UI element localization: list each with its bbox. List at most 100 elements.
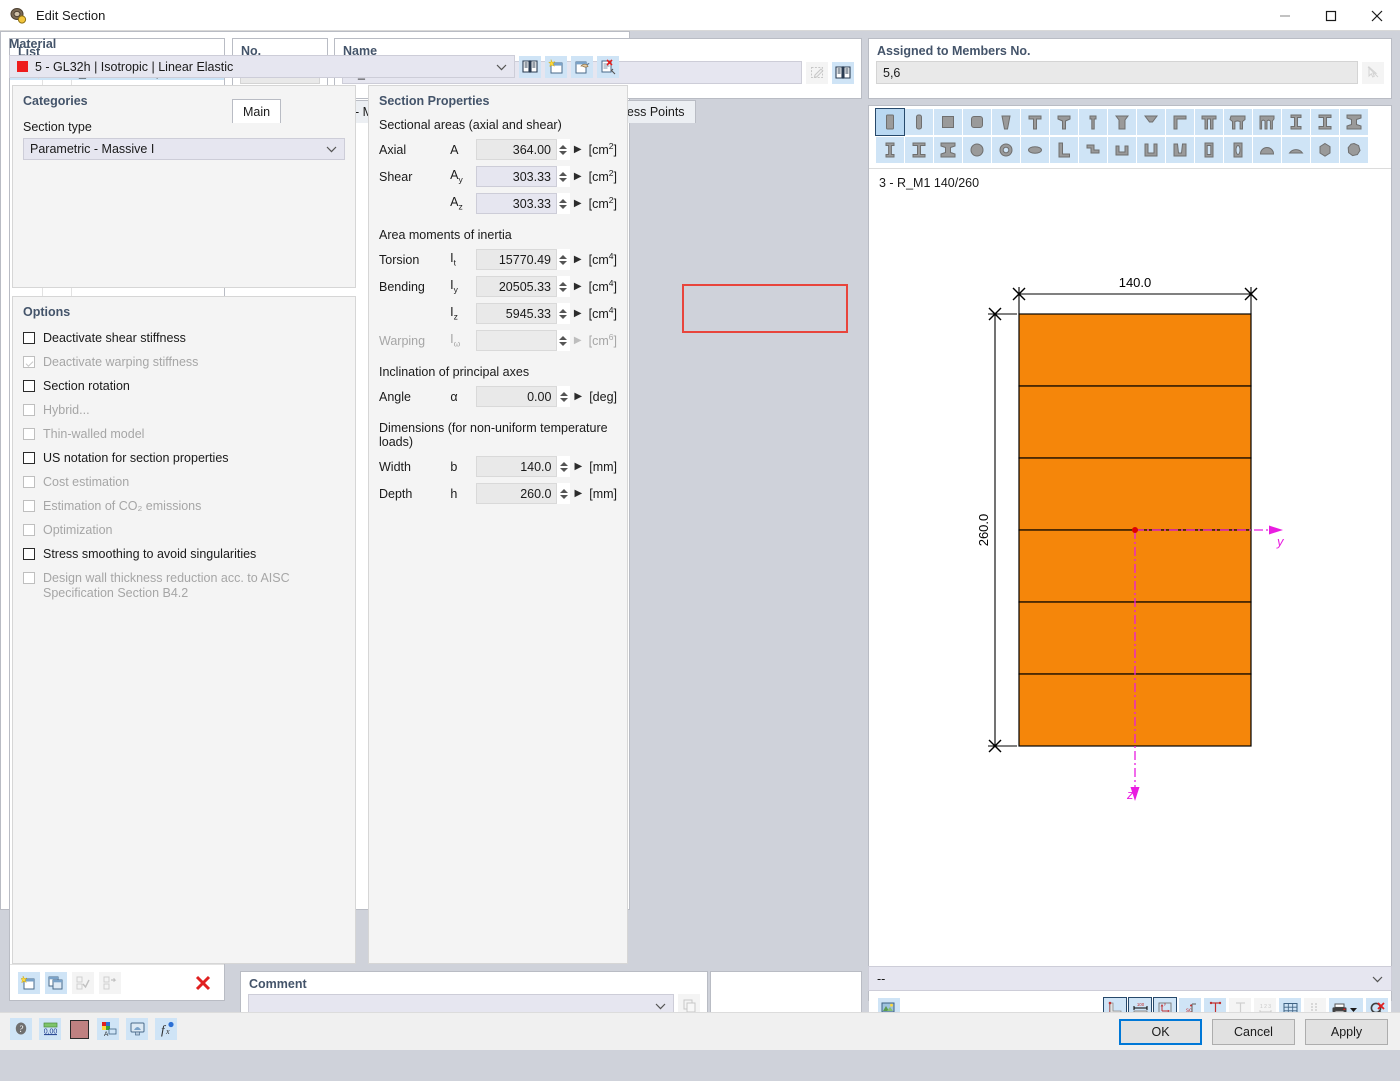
comment-label: Comment bbox=[249, 977, 307, 991]
maximize-icon[interactable] bbox=[1308, 0, 1354, 31]
shape-button-polygon[interactable] bbox=[1340, 137, 1368, 163]
shape-button-tee-stem[interactable] bbox=[1050, 109, 1078, 135]
spinner-icon[interactable] bbox=[556, 249, 570, 270]
shape-button-oval-box[interactable] bbox=[1224, 137, 1252, 163]
shape-button-u-taper[interactable] bbox=[1166, 137, 1194, 163]
delete-material-icon[interactable] bbox=[597, 55, 619, 78]
shape-button-ring[interactable] bbox=[992, 137, 1020, 163]
formula-icon[interactable]: fx bbox=[155, 1018, 177, 1040]
help-icon[interactable]: ? bbox=[10, 1018, 32, 1040]
spinner-icon[interactable] bbox=[557, 386, 571, 407]
new-material-icon[interactable] bbox=[545, 55, 567, 78]
spinner-icon[interactable] bbox=[556, 193, 570, 214]
expand-arrow-icon[interactable]: ▶ bbox=[570, 308, 586, 319]
shape-button-i-narrow[interactable] bbox=[876, 137, 904, 163]
shape-button-square[interactable] bbox=[934, 109, 962, 135]
expand-arrow-icon[interactable]: ▶ bbox=[570, 391, 586, 402]
shape-button-angle-tee[interactable] bbox=[1166, 109, 1194, 135]
shape-button-u-channel[interactable] bbox=[1108, 137, 1136, 163]
spinner-icon[interactable] bbox=[557, 456, 571, 477]
shape-button-i-beam-wide[interactable] bbox=[1340, 109, 1368, 135]
expand-arrow-icon[interactable]: ▶ bbox=[570, 461, 586, 472]
option-checkbox-row[interactable]: Deactivate shear stiffness bbox=[23, 331, 345, 346]
shape-button-u-wide[interactable] bbox=[1137, 137, 1165, 163]
property-value-input[interactable]: 260.0 bbox=[476, 483, 558, 504]
material-select[interactable]: 5 - GL32h | Isotropic | Linear Elastic bbox=[9, 55, 515, 78]
ok-button[interactable]: OK bbox=[1119, 1019, 1202, 1045]
shape-button-inv-tee[interactable] bbox=[1108, 109, 1136, 135]
shape-button-rect-narrow[interactable] bbox=[905, 109, 933, 135]
expand-arrow-icon[interactable]: ▶ bbox=[570, 281, 586, 292]
spinner-icon[interactable] bbox=[556, 276, 570, 297]
shape-button-box[interactable] bbox=[1195, 137, 1223, 163]
shape-button-ellipse[interactable] bbox=[1021, 137, 1049, 163]
checkbox-icon[interactable] bbox=[23, 380, 35, 392]
option-label: Deactivate warping stiffness bbox=[43, 355, 199, 369]
spinner-icon[interactable] bbox=[556, 166, 570, 187]
shape-button-hexagon[interactable] bbox=[1311, 137, 1339, 163]
close-icon[interactable] bbox=[1354, 0, 1400, 31]
minimize-icon[interactable] bbox=[1262, 0, 1308, 31]
option-checkbox-row: Hybrid... bbox=[23, 403, 345, 418]
shape-button-taper[interactable] bbox=[992, 109, 1020, 135]
assigned-input[interactable]: 5,6 bbox=[876, 61, 1358, 84]
property-value-input[interactable]: 364.00 bbox=[475, 139, 557, 160]
delete-section-icon[interactable] bbox=[192, 972, 214, 994]
tab-main[interactable]: Main bbox=[232, 99, 282, 123]
property-value-input[interactable]: 303.33 bbox=[475, 193, 557, 214]
shape-button-square-round[interactable] bbox=[963, 109, 991, 135]
option-checkbox-row[interactable]: Section rotation bbox=[23, 379, 345, 394]
display-icon[interactable] bbox=[126, 1018, 148, 1040]
shape-button-tee-small[interactable] bbox=[1079, 109, 1107, 135]
section-drawing-area[interactable]: 3 - R_M1 140/260 140.0 260.0 z y bbox=[869, 168, 1391, 1044]
shape-button-double-tee[interactable] bbox=[1195, 109, 1223, 135]
shape-button-inv-tee-2[interactable] bbox=[1137, 109, 1165, 135]
spinner-icon[interactable] bbox=[556, 139, 570, 160]
shape-button-z-profile[interactable] bbox=[1079, 137, 1107, 163]
edit-material-icon[interactable] bbox=[571, 55, 593, 78]
spinner-icon[interactable] bbox=[556, 303, 570, 324]
expand-arrow-icon[interactable]: ▶ bbox=[570, 171, 586, 182]
shape-button-i-wide[interactable] bbox=[905, 137, 933, 163]
spinner-icon[interactable] bbox=[557, 483, 571, 504]
property-value-input[interactable]: 303.33 bbox=[475, 166, 557, 187]
material-library-icon[interactable] bbox=[519, 55, 541, 78]
decimal-places-icon[interactable]: 0,00 bbox=[39, 1018, 61, 1040]
section-type-select[interactable]: Parametric - Massive I bbox=[23, 138, 345, 160]
shape-button-i-beam-2[interactable] bbox=[1311, 109, 1339, 135]
shape-button-half-circle[interactable] bbox=[1253, 137, 1281, 163]
library-icon[interactable] bbox=[832, 61, 854, 84]
expand-arrow-icon[interactable]: ▶ bbox=[570, 144, 586, 155]
cancel-button[interactable]: Cancel bbox=[1212, 1019, 1295, 1045]
expand-arrow-icon[interactable]: ▶ bbox=[570, 254, 586, 265]
new-section-icon[interactable] bbox=[18, 971, 40, 994]
shape-button-tee[interactable] bbox=[1021, 109, 1049, 135]
property-value-input[interactable]: 0.00 bbox=[476, 386, 558, 407]
checkbox-icon[interactable] bbox=[23, 548, 35, 560]
property-value-input[interactable]: 140.0 bbox=[476, 456, 558, 477]
checkbox-icon[interactable] bbox=[23, 332, 35, 344]
l-angle-icon bbox=[1058, 142, 1070, 158]
option-checkbox-row[interactable]: US notation for section properties bbox=[23, 451, 345, 466]
expand-arrow-icon[interactable]: ▶ bbox=[570, 488, 586, 499]
shape-button-triple-tee[interactable] bbox=[1253, 109, 1281, 135]
property-symbol: h bbox=[450, 486, 458, 501]
preview-filter-select[interactable]: -- bbox=[868, 966, 1392, 991]
shape-button-circle[interactable] bbox=[963, 137, 991, 163]
property-value-input[interactable]: 20505.33 bbox=[475, 276, 557, 297]
shape-button-l-angle[interactable] bbox=[1050, 137, 1078, 163]
copy-section-icon[interactable] bbox=[45, 971, 67, 994]
shape-button-double-tee-2[interactable] bbox=[1224, 109, 1252, 135]
shape-button-segment[interactable] bbox=[1282, 137, 1310, 163]
shape-button-i-beam[interactable] bbox=[1282, 109, 1310, 135]
annotation-icon[interactable]: A bbox=[97, 1018, 119, 1040]
property-value-input[interactable]: 5945.33 bbox=[475, 303, 557, 324]
option-checkbox-row[interactable]: Stress smoothing to avoid singularities bbox=[23, 547, 345, 562]
shape-button-rect-vertical[interactable] bbox=[875, 108, 905, 136]
color-icon[interactable] bbox=[68, 1018, 90, 1040]
apply-button[interactable]: Apply bbox=[1305, 1019, 1388, 1045]
checkbox-icon[interactable] bbox=[23, 452, 35, 464]
expand-arrow-icon[interactable]: ▶ bbox=[570, 198, 586, 209]
shape-button-i-taper[interactable] bbox=[934, 137, 962, 163]
property-value-input[interactable]: 15770.49 bbox=[475, 249, 557, 270]
